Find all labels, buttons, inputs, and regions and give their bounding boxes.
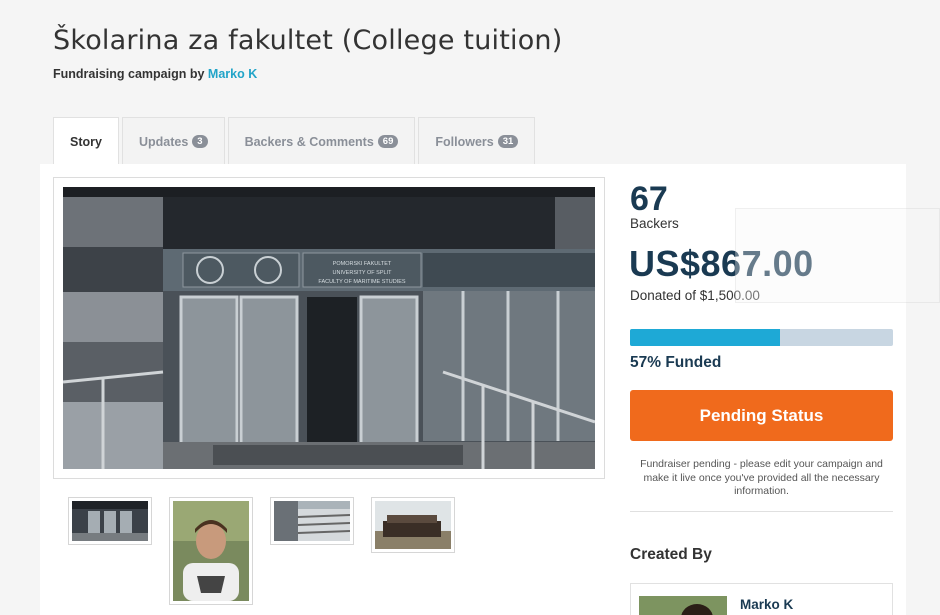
building-photo: POMORSKI FAKULTET UNIVERSITY OF SPLIT FA… <box>63 187 595 469</box>
creator-card[interactable]: Marko K <box>630 583 893 615</box>
created-by-heading: Created By <box>630 546 712 563</box>
pending-note: Fundraiser pending - please edit your ca… <box>640 458 883 497</box>
tab-followers[interactable]: Followers 31 <box>418 117 536 165</box>
sidebar-divider <box>630 511 893 512</box>
campaign-byline: Fundraising campaign by Marko K <box>53 67 257 81</box>
creator-link[interactable]: Marko K <box>208 67 257 81</box>
tab-label: Story <box>70 134 102 149</box>
thumbnail-group-photo <box>375 501 451 549</box>
backers-label: Backers <box>630 216 679 231</box>
thumbnail-3[interactable] <box>270 497 354 545</box>
creator-avatar-image <box>639 596 727 615</box>
campaign-title: Školarina za fakultet (College tuition) <box>53 25 563 56</box>
thumbnail-building-entrance <box>72 501 148 541</box>
tab-story[interactable]: Story <box>53 117 119 165</box>
funded-percent: 57% Funded <box>630 354 722 371</box>
avatar <box>639 596 727 615</box>
thumbnail-2[interactable] <box>169 497 253 605</box>
sign-line-2: UNIVERSITY OF SPLIT <box>333 270 393 276</box>
tab-label: Updates <box>138 134 189 149</box>
creator-name[interactable]: Marko K <box>740 597 793 612</box>
thumbnail-1[interactable] <box>68 497 152 545</box>
byline-prefix: Fundraising campaign by <box>53 67 205 81</box>
tab-updates[interactable]: Updates 3 <box>121 117 225 165</box>
thumbnail-portrait <box>173 501 249 601</box>
funding-progress-fill <box>630 329 780 346</box>
pending-status-button[interactable]: Pending Status <box>630 390 893 441</box>
sign-line-3: FACULTY OF MARITIME STUDIES <box>318 279 406 285</box>
updates-count-badge: 3 <box>192 135 208 148</box>
backers-count-badge: 69 <box>377 135 399 148</box>
thumbnail-campus <box>274 501 350 541</box>
sign-line-1: POMORSKI FAKULTET <box>333 261 392 267</box>
tab-backers-comments[interactable]: Backers & Comments 69 <box>227 117 416 165</box>
main-photo[interactable]: POMORSKI FAKULTET UNIVERSITY OF SPLIT FA… <box>53 177 605 479</box>
tab-label: Followers <box>435 134 494 149</box>
backers-count: 67 <box>630 180 668 218</box>
campaign-tabs: Story Updates 3 Backers & Comments 69 Fo… <box>53 117 538 165</box>
ghost-overlay <box>735 208 940 303</box>
funding-progress-bar <box>630 329 893 346</box>
thumbnail-4[interactable] <box>371 497 455 553</box>
followers-count-badge: 31 <box>497 135 519 148</box>
tab-label: Backers & Comments <box>244 134 374 149</box>
